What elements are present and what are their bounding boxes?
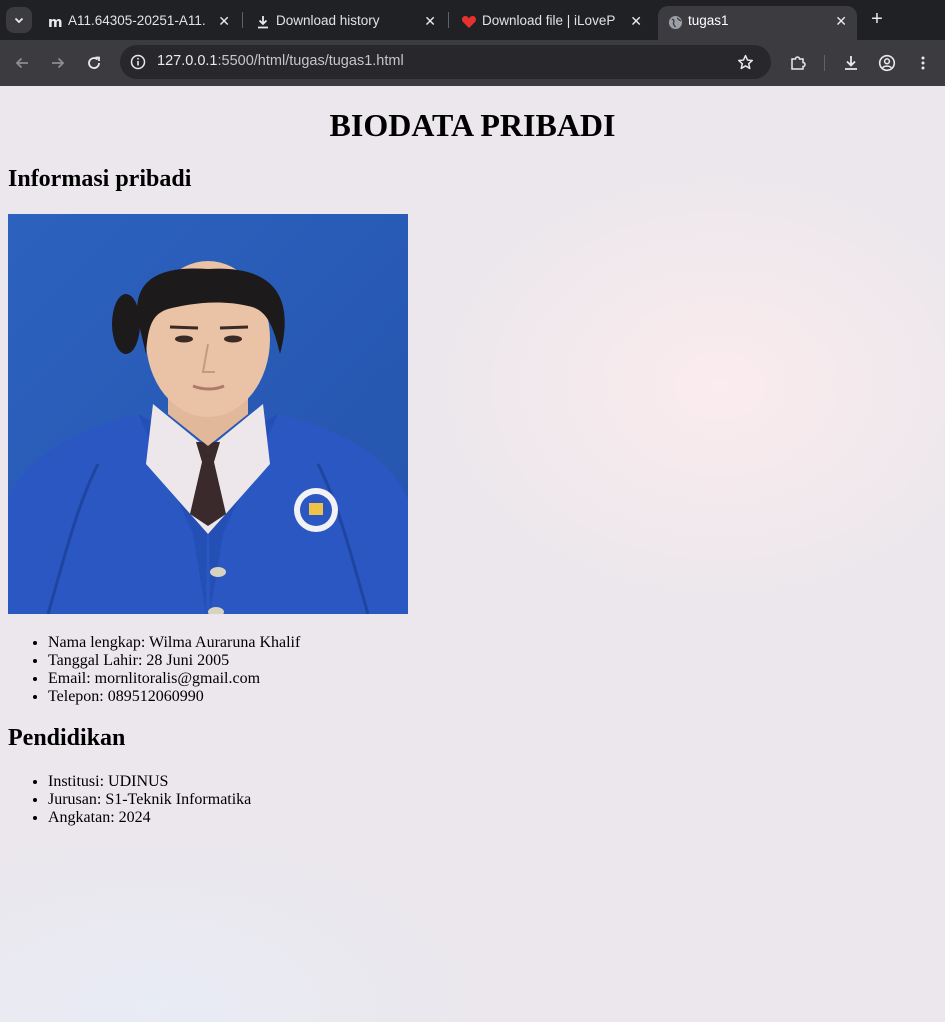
- close-icon[interactable]: ✕: [630, 13, 642, 30]
- page-viewport: BIODATA PRIBADI Informasi pribadi • Nama…: [0, 86, 945, 1022]
- tab-tugas1[interactable]: tugas1 ✕: [658, 6, 857, 40]
- list-item: Tanggal Lahir: 28 Juni 2005: [48, 652, 300, 670]
- list-item: Angkatan: 2024: [48, 809, 251, 827]
- url-text: 127.0.0.1:5500/html/tugas/tugas1.html: [157, 53, 404, 69]
- url-path: :5500/html/tugas/tugas1.html: [217, 53, 404, 69]
- close-icon[interactable]: ✕: [424, 13, 436, 30]
- download-icon: [255, 14, 271, 30]
- reload-button[interactable]: [82, 51, 106, 75]
- puzzle-icon: [791, 56, 806, 70]
- back-arrow-icon: [15, 57, 28, 69]
- account-icon: [878, 54, 896, 72]
- personal-info-heading: Informasi pribadi: [8, 166, 192, 192]
- tab-divider: [448, 12, 449, 28]
- tab-title: Download history: [276, 13, 380, 28]
- moodle-icon: m: [47, 14, 63, 30]
- chevron-down-icon: [14, 17, 24, 24]
- downloads-button[interactable]: [839, 51, 863, 75]
- close-icon[interactable]: ✕: [218, 13, 230, 30]
- profile-button[interactable]: [875, 51, 899, 75]
- list-item: Institusi: UDINUS: [48, 773, 251, 791]
- browser-toolbar: 127.0.0.1:5500/html/tugas/tugas1.html: [0, 40, 945, 86]
- personal-info-list: Nama lengkap: Wilma Auraruna Khalif Tang…: [8, 634, 300, 706]
- url-host: 127.0.0.1: [157, 53, 218, 69]
- globe-icon: [667, 14, 683, 30]
- new-tab-button[interactable]: +: [866, 8, 888, 32]
- tab-ilovepdf[interactable]: Download file | iLoveP ✕: [452, 6, 652, 40]
- tab-title: Download file | iLoveP: [482, 13, 616, 28]
- profile-photo: [8, 214, 408, 614]
- back-button[interactable]: [10, 51, 34, 75]
- tab-download-history[interactable]: Download history ✕: [246, 6, 446, 40]
- site-info-icon[interactable]: [130, 54, 146, 75]
- more-vert-icon: [921, 56, 925, 70]
- list-item: Nama lengkap: Wilma Auraruna Khalif: [48, 634, 300, 652]
- toolbar-divider: [824, 55, 825, 71]
- menu-button[interactable]: [911, 51, 935, 75]
- education-list: Institusi: UDINUS Jurusan: S1-Teknik Inf…: [8, 773, 251, 827]
- address-bar[interactable]: 127.0.0.1:5500/html/tugas/tugas1.html: [120, 45, 771, 79]
- list-item: Email: mornlitoralis@gmail.com: [48, 670, 300, 688]
- tab-title: tugas1: [688, 13, 729, 28]
- tab-title: A11.64305-20251-A11.: [68, 13, 206, 28]
- list-item: Telepon: 089512060990: [48, 688, 300, 706]
- forward-arrow-icon: [52, 57, 65, 69]
- close-icon[interactable]: ✕: [835, 13, 847, 30]
- tab-moodle[interactable]: m A11.64305-20251-A11. ✕: [38, 6, 240, 40]
- tab-search-button[interactable]: [6, 7, 32, 33]
- tab-divider: [242, 12, 243, 28]
- download-icon: [845, 56, 857, 70]
- page-title: BIODATA PRIBADI: [329, 107, 616, 143]
- reload-icon: [88, 56, 100, 69]
- extensions-button[interactable]: [786, 51, 810, 75]
- svg-text:m: m: [48, 15, 63, 30]
- bookmark-star-icon[interactable]: [737, 54, 754, 76]
- forward-button[interactable]: [46, 51, 70, 75]
- list-item: Jurusan: S1-Teknik Informatika: [48, 791, 251, 809]
- tab-strip: m A11.64305-20251-A11. ✕ Download histor…: [0, 0, 945, 40]
- heart-icon: [461, 14, 477, 30]
- education-heading: Pendidikan: [8, 725, 126, 751]
